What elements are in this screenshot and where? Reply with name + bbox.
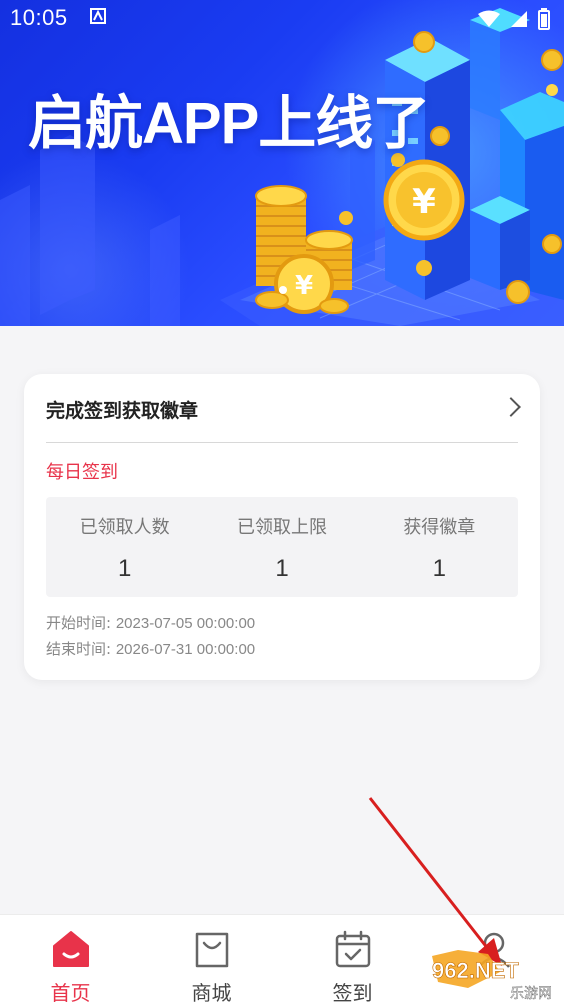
card-divider [46, 442, 518, 443]
status-icons [478, 8, 550, 30]
home-icon [52, 931, 89, 967]
annotation-arrow [368, 797, 502, 966]
nav-label-home: 首页 [50, 981, 91, 1004]
banner-title: 启航APP上线了 [28, 91, 430, 156]
banner-illustration: ¥ ¥ [0, 8, 564, 326]
start-time-row: 开始时间: 2023-07-05 00:00:00 [46, 612, 255, 633]
chevron-right-icon [501, 397, 521, 417]
site-watermark: 962.NET 乐游网 [428, 948, 564, 1004]
watermark-subtext: 乐游网 [510, 986, 552, 1002]
nav-item-home[interactable]: 首页 [0, 915, 141, 1004]
notification-icon [90, 7, 106, 30]
watermark-text: 962.NET [432, 958, 519, 983]
stat-claim-limit: 已领取上限 1 [203, 497, 360, 597]
stat-value: 1 [275, 555, 289, 582]
stat-claimed-count: 已领取人数 1 [46, 497, 203, 597]
daily-checkin-title: 每日签到 [46, 462, 118, 483]
status-time: 10:05 [10, 5, 68, 30]
stat-value: 1 [432, 555, 446, 582]
nav-item-mall[interactable]: 商城 [141, 915, 282, 1004]
battery-icon [538, 8, 550, 30]
svg-text:¥: ¥ [412, 182, 436, 222]
stat-label: 已领取人数 [79, 517, 170, 538]
badge-task-card: 完成签到获取徽章 每日签到 已领取人数 1 已领取上限 1 获得徽章 1 开始时… [24, 374, 540, 680]
status-bar: 10:05 [0, 0, 564, 38]
banner[interactable]: ¥ ¥ 10:05 启航APP上线了 [0, 0, 564, 326]
wifi-icon [478, 10, 500, 27]
nav-label-checkin: 签到 [332, 981, 373, 1004]
stat-badges-earned: 获得徽章 1 [361, 497, 518, 597]
svg-text:¥: ¥ [295, 271, 313, 301]
card-header[interactable]: 完成签到获取徽章 [46, 392, 521, 444]
stats-panel: 已领取人数 1 已领取上限 1 获得徽章 1 [46, 497, 518, 597]
stat-label: 已领取上限 [236, 517, 327, 538]
stat-label: 获得徽章 [403, 517, 476, 538]
end-time-value: 2026-07-31 00:00:00 [115, 641, 256, 658]
shopping-bag-icon [195, 932, 228, 968]
start-time-value: 2023-07-05 00:00:00 [115, 615, 256, 632]
end-time-label: 结束时间: [46, 640, 112, 658]
stat-value: 1 [117, 555, 132, 582]
card-title: 完成签到获取徽章 [46, 400, 199, 422]
start-time-label: 开始时间: [46, 614, 112, 632]
nav-label-mall: 商城 [191, 981, 232, 1004]
signal-icon [511, 11, 527, 27]
end-time-row: 结束时间: 2026-07-31 00:00:00 [46, 638, 255, 659]
